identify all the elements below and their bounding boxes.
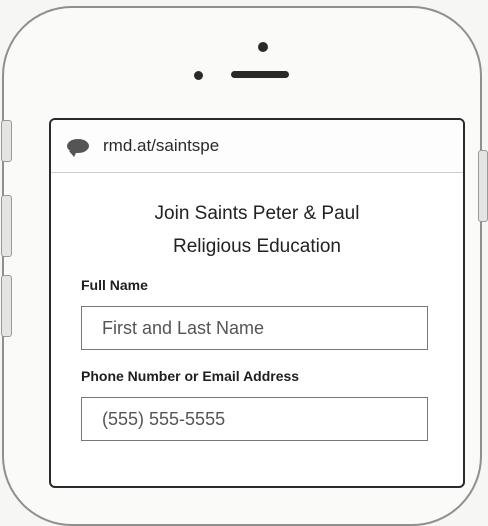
contact-placeholder: (555) 555-5555: [102, 408, 226, 429]
full-name-placeholder: First and Last Name: [102, 317, 265, 338]
form-title: Join Saints Peter & Paul Religious Educa…: [51, 197, 463, 263]
mute-switch: [1, 120, 12, 162]
phone-screen: rmd.at/saintspe Join Saints Peter & Paul…: [49, 118, 465, 488]
sensor-dot: [194, 71, 203, 80]
front-camera: [258, 42, 268, 52]
form-title-line-2: Religious Education: [173, 236, 341, 257]
volume-down-button: [1, 275, 12, 337]
full-name-input[interactable]: First and Last Name: [81, 306, 428, 350]
contact-input[interactable]: (555) 555-5555: [81, 397, 428, 441]
contact-label: Phone Number or Email Address: [81, 368, 300, 384]
form-title-line-1: Join Saints Peter & Paul: [154, 203, 360, 224]
volume-up-button: [1, 195, 12, 257]
power-button: [478, 150, 488, 222]
full-name-label: Full Name: [81, 277, 148, 293]
chat-bubble-icon: [67, 139, 89, 157]
url-text: rmd.at/saintspe: [103, 136, 220, 155]
earpiece-speaker: [231, 71, 289, 78]
url-bar[interactable]: rmd.at/saintspe: [51, 120, 463, 173]
